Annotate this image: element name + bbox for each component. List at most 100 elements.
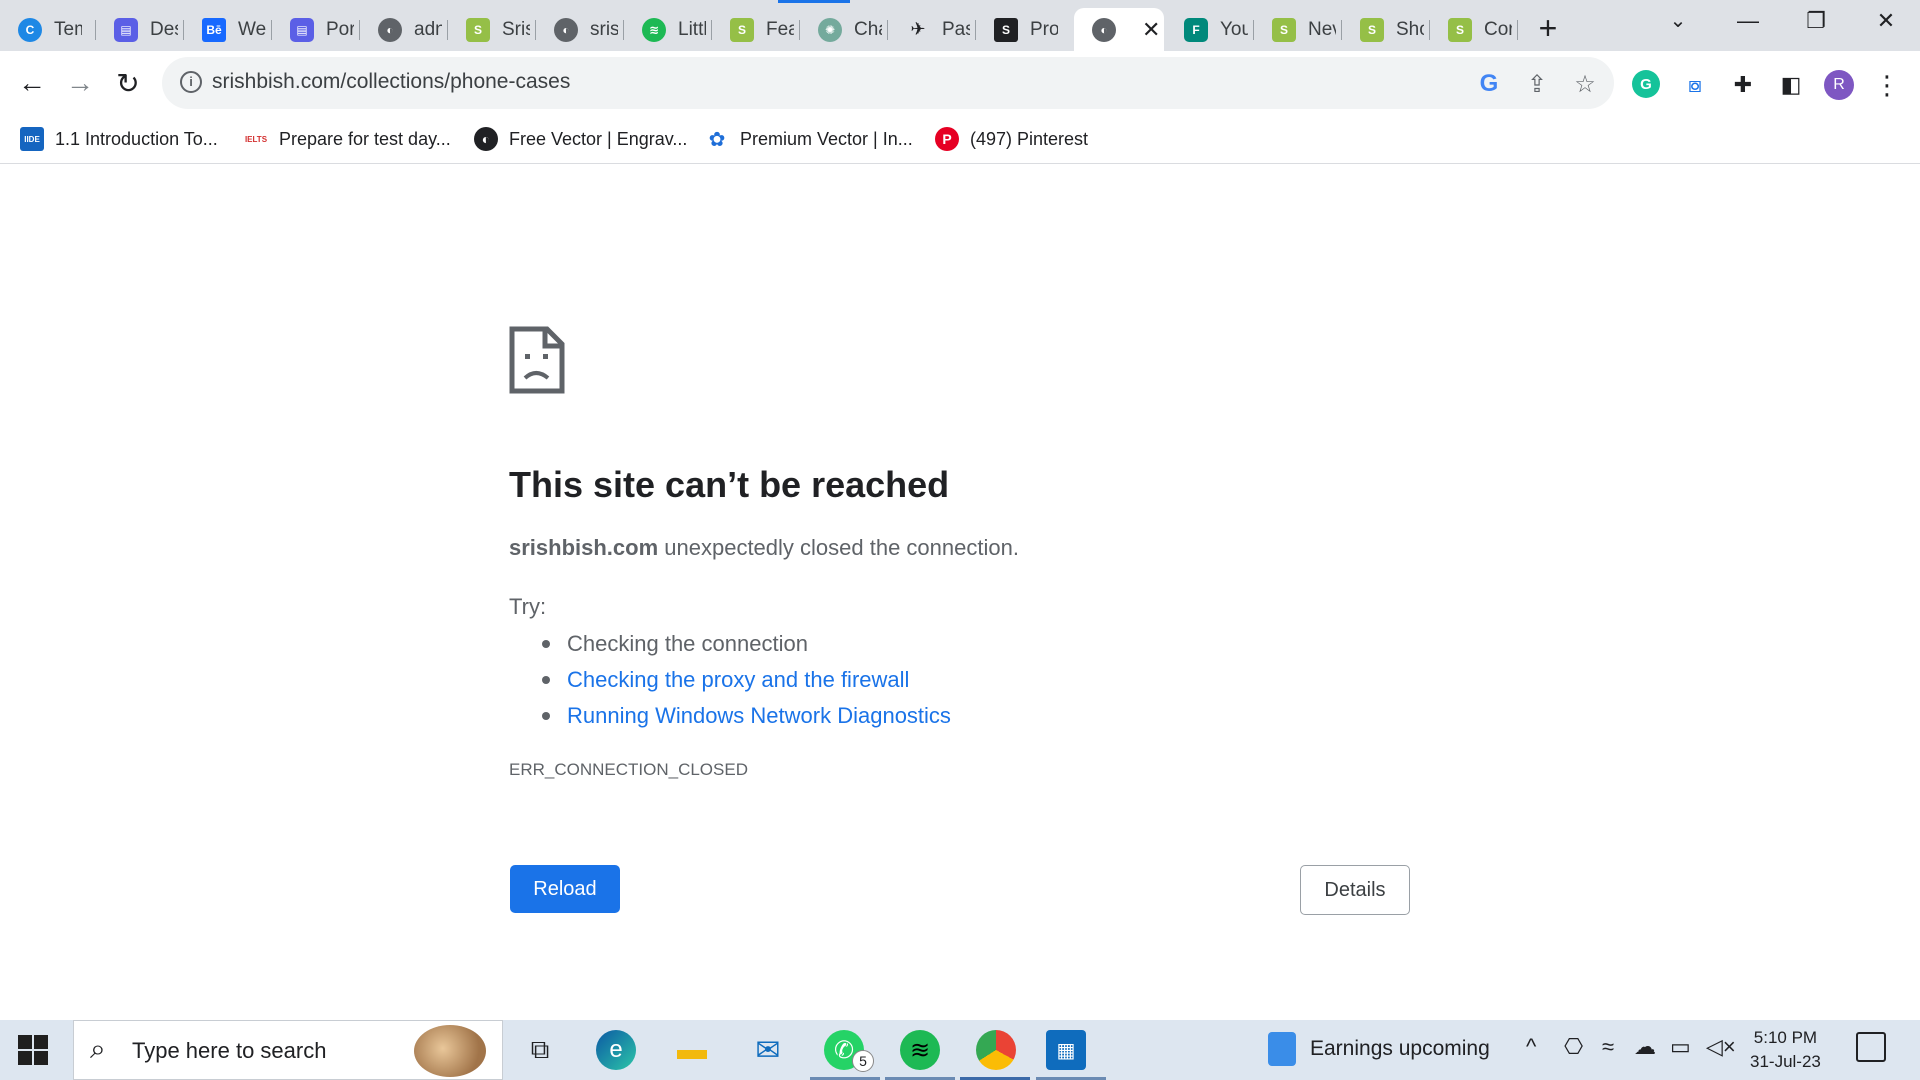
news-icon [1268,1032,1296,1066]
screen-recorder-icon[interactable]: ⧇ [1680,70,1710,100]
new-tab-button[interactable]: + [1530,10,1566,47]
microsoft-store-icon[interactable]: ▦ [1046,1030,1086,1070]
tab-title: Tem [54,18,82,40]
tab-3[interactable]: ▤ Por [272,8,360,51]
sad-document-icon [509,326,565,394]
tab-active[interactable]: ◐ ✕ [1074,8,1164,51]
tab-5[interactable]: S Sris [448,8,536,51]
task-view-icon[interactable]: ⧉ [520,1030,560,1070]
windows-start-icon[interactable] [18,1035,48,1065]
share-icon[interactable]: ⇪ [1522,69,1552,99]
news-widget[interactable]: Earnings upcoming [1268,1032,1490,1066]
battery-icon[interactable]: ▭ [1670,1034,1691,1060]
tab-1[interactable]: ▤ Des [96,8,184,51]
ielts-icon: IELTS [244,134,268,144]
browser-menu-icon[interactable]: ⋮ [1872,70,1902,100]
globe-icon: ◐ [1092,17,1116,42]
bookmark-label: Premium Vector | In... [740,128,913,149]
suggestion-link-proxy[interactable]: Checking the proxy and the firewall [542,662,951,698]
suggestion-link-diagnostics[interactable]: Running Windows Network Diagnostics [542,698,951,734]
notification-icon[interactable] [1856,1032,1886,1062]
bookmark-item-1[interactable]: IELTS Prepare for test day... [244,124,451,154]
tab-6[interactable]: ◐ sris [536,8,624,51]
edge-icon[interactable]: e [596,1030,636,1070]
forward-arrow-icon[interactable]: → [62,65,98,101]
restore-icon[interactable]: ❐ [1796,8,1836,34]
bookmark-item-2[interactable]: ◐ Free Vector | Engrav... [474,124,687,154]
mail-icon[interactable]: ✉ [748,1030,788,1070]
url-text[interactable]: srishbish.com/collections/phone-cases [212,70,570,94]
tab-7[interactable]: ≋ Littl [624,8,712,51]
close-tab-icon[interactable]: ✕ [1142,17,1160,43]
system-clock[interactable]: 5:10 PM 31-Jul-23 [1750,1026,1821,1074]
try-label: Try: [509,594,547,619]
extensions-puzzle-icon[interactable]: ✚ [1728,70,1758,100]
printer-app-icon: ▤ [290,17,314,42]
side-panel-icon[interactable]: ◧ [1776,70,1806,100]
search-placeholder: Type here to search [132,1038,327,1063]
search-icon: ⌕ [90,1033,106,1064]
globe-icon: ◐ [554,17,578,42]
shopify-icon: S [466,17,490,42]
bookmark-item-3[interactable]: ✿ Premium Vector | In... [705,124,913,154]
meet-now-icon[interactable]: ⎔ [1564,1034,1583,1060]
reload-button[interactable]: Reload [510,865,620,913]
bookmark-label: 1.1 Introduction To... [55,128,218,149]
file-explorer-icon[interactable]: ▬ [672,1030,712,1070]
bookmark-item-0[interactable]: IIDE 1.1 Introduction To... [20,124,218,154]
tray-chevron-icon[interactable]: ^ [1526,1034,1536,1060]
bookmarks-bar: IIDE 1.1 Introduction To... IELTS Prepar… [0,114,1920,164]
chatgpt-icon: ✺ [818,17,842,42]
browser-toolbar: ← → ↻ i srishbish.com/collections/phone-… [0,51,1920,114]
wifi-icon[interactable]: ≈ [1602,1034,1614,1060]
bookmark-label: Prepare for test day... [279,128,451,149]
bookmark-label: Free Vector | Engrav... [509,128,688,149]
reload-icon[interactable]: ↻ [110,65,146,101]
bookmark-star-icon[interactable]: ☆ [1570,69,1600,99]
tab-11[interactable]: S Pro [976,8,1072,51]
google-lens-icon[interactable]: G [1474,69,1504,99]
shopify-icon: S [1360,17,1384,42]
shopify-icon: S [1272,17,1296,42]
tab-15[interactable]: S Sho [1342,8,1430,51]
grammarly-icon[interactable]: G [1632,70,1660,98]
tab-0[interactable]: C Tem [0,8,96,51]
volume-muted-icon[interactable]: ◁× [1706,1034,1736,1060]
whatsapp-badge: 5 [852,1050,874,1072]
tab-13[interactable]: F You [1166,8,1254,51]
onedrive-icon[interactable]: ☁ [1634,1034,1656,1060]
tab-2[interactable]: Bē We [184,8,272,51]
canva-icon: C [18,17,42,42]
error-description: srishbish.com unexpectedly closed the co… [509,535,1019,561]
address-bar[interactable]: i srishbish.com/collections/phone-cases … [162,57,1614,109]
bird-icon: ✈ [910,19,926,39]
spotify-icon[interactable]: ≋ [900,1030,940,1070]
chrome-icon[interactable] [976,1030,1016,1070]
search-highlight-image [414,1025,486,1077]
tab-search-chevron-icon[interactable]: ⌄ [1658,8,1698,33]
minimize-icon[interactable]: — [1728,8,1768,34]
clock-time: 5:10 PM [1753,1028,1818,1047]
error-message: unexpectedly closed the connection. [658,535,1019,560]
news-text: Earnings upcoming [1310,1037,1490,1060]
clock-date: 31-Jul-23 [1750,1052,1821,1071]
profile-avatar[interactable]: R [1824,70,1854,100]
tab-14[interactable]: S Nev [1254,8,1342,51]
tab-8[interactable]: S Fea [712,8,800,51]
tab-9[interactable]: ✺ Cha [800,8,888,51]
details-button[interactable]: Details [1300,865,1410,915]
bookmark-item-4[interactable]: P (497) Pinterest [935,124,1088,154]
back-arrow-icon[interactable]: ← [14,65,50,101]
taskbar-search-box[interactable]: ⌕ Type here to search [73,1020,503,1080]
error-host: srishbish.com [509,535,659,560]
tab-title: Cor [1484,18,1512,40]
shopify-icon: S [730,17,754,42]
window-close-icon[interactable]: ✕ [1866,8,1906,34]
tab-4[interactable]: ◐ adn [360,8,448,51]
tab-16[interactable]: S Cor [1430,8,1518,51]
tab-title: Pro [1030,18,1058,40]
tab-title: You [1220,18,1248,40]
tab-title: Sris [502,18,530,40]
tab-10[interactable]: ✈ Pas [888,8,976,51]
site-info-icon[interactable]: i [180,71,202,93]
